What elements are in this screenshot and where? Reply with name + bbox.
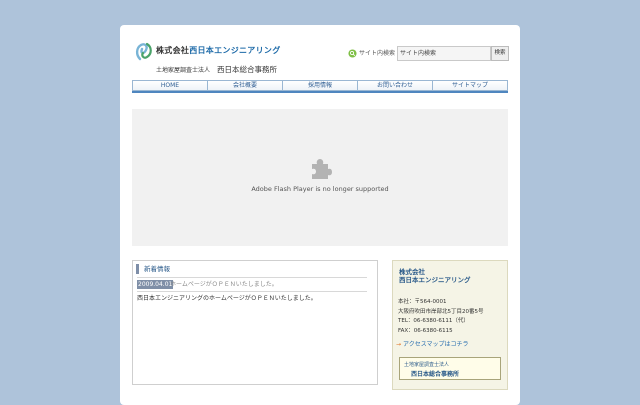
news-heading: 新着情報: [136, 264, 374, 274]
news-item-body: 西日本エンジニアリングのホームページがＯＰＥＮいたしました。: [137, 295, 317, 302]
page-container: 株式会社西日本エンジニアリング 土地家屋調査士法人 西日本総合事務所 サイト内検索…: [120, 25, 520, 405]
search-globe-icon: [348, 49, 357, 58]
address-street: 大阪府吹田市岸部北5丁目20番5号: [398, 308, 484, 315]
news-item-title[interactable]: ホームページがＯＰＥＮいたしました。: [170, 280, 278, 289]
company-address: 本社：〒564-0001 大阪府吹田市岸部北5丁目20番5号 TEL：06-63…: [398, 298, 484, 336]
subsidiary-office: 西日本総合事務所: [217, 65, 278, 74]
company-info-name: 株式会社 西日本エンジニアリング: [399, 268, 471, 284]
company-name[interactable]: 株式会社西日本エンジニアリング: [156, 45, 281, 56]
office-banner-name: 西日本総合事務所: [411, 371, 460, 378]
nav-item-recruit[interactable]: 採用情報: [282, 81, 357, 90]
subsidiary-name: 土地家屋調査士法人 西日本総合事務所: [156, 64, 277, 75]
office-banner[interactable]: 土地家屋調査士法人 西日本総合事務所: [399, 357, 501, 380]
access-map-link[interactable]: → アクセスマップはコチラ: [396, 339, 469, 348]
company-info-box: 株式会社 西日本エンジニアリング 本社：〒564-0001 大阪府吹田市岸部北5…: [392, 260, 508, 390]
company-info-name-line2: 西日本エンジニアリング: [399, 276, 471, 284]
fax-number: FAX：06-6380-6115: [398, 327, 453, 334]
company-main-name: 西日本エンジニアリング: [189, 46, 281, 55]
puzzle-piece-icon: [312, 159, 332, 179]
search-label: サイト内検索: [359, 50, 396, 57]
address-postal: 本社：〒564-0001: [398, 299, 447, 305]
company-prefix: 株式会社: [156, 46, 190, 55]
flash-placeholder: Adobe Flash Player is no longer supporte…: [132, 109, 508, 246]
arrow-right-icon: →: [396, 341, 402, 348]
main-nav: HOME 会社概要 採用情報 お問い合わせ サイトマップ: [132, 80, 508, 93]
nav-item-company[interactable]: 会社概要: [207, 81, 282, 90]
divider: [137, 291, 367, 292]
office-banner-prefix: 土地家屋調査士法人: [404, 362, 450, 368]
phone-number: TEL：06-6380-6111（代）: [398, 318, 469, 324]
site-search: サイト内検索 サイト内検索 検索: [348, 46, 509, 61]
nav-item-home[interactable]: HOME: [133, 81, 207, 90]
news-date: 2009.04.01: [137, 280, 174, 289]
divider: [137, 277, 367, 278]
company-info-name-line1: 株式会社: [399, 268, 425, 276]
access-map-label: アクセスマップはコチラ: [403, 341, 469, 348]
search-input[interactable]: サイト内検索: [397, 46, 491, 61]
news-panel: 新着情報 2009.04.01 ホームページがＯＰＥＮいたしました。 西日本エン…: [132, 260, 378, 385]
nav-item-contact[interactable]: お問い合わせ: [357, 81, 432, 90]
nav-item-sitemap[interactable]: サイトマップ: [432, 81, 507, 90]
company-logo-icon[interactable]: [134, 41, 154, 61]
subsidiary-prefix: 土地家屋調査士法人: [156, 67, 211, 74]
flash-unsupported-message: Adobe Flash Player is no longer supporte…: [251, 185, 389, 193]
search-button[interactable]: 検索: [491, 46, 509, 61]
